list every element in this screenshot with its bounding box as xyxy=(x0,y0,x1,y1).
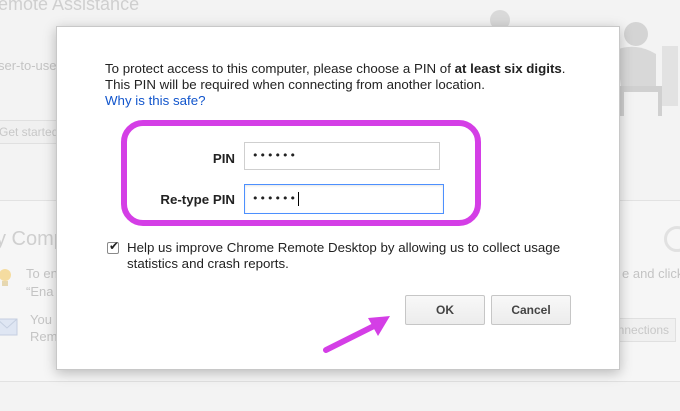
app-title: emote Assistance xyxy=(0,0,140,14)
pin-input[interactable]: •••••• xyxy=(244,142,440,170)
retype-pin-input-value: •••••• xyxy=(252,192,297,205)
lightbulb-icon xyxy=(0,269,11,286)
ok-button[interactable]: OK xyxy=(405,295,485,325)
tip-text-line1: To en xyxy=(26,266,58,281)
usage-stats-checkbox-label[interactable]: Help us improve Chrome Remote Desktop by… xyxy=(127,240,577,272)
intro-text-prefix: To protect access to this computer, plea… xyxy=(105,61,455,76)
mail-text-line1: You xyxy=(30,312,52,327)
tip-text-line2: “Ena xyxy=(26,284,54,299)
pin-input-value: •••••• xyxy=(252,149,297,162)
arrow-annotation-icon xyxy=(323,316,390,353)
section-description: ser-to-use xyxy=(0,58,57,73)
checkmark-icon: ✔ xyxy=(109,239,120,253)
retype-pin-label: Re-type PIN xyxy=(160,192,235,207)
dialog-intro-text: To protect access to this computer, plea… xyxy=(105,61,585,109)
cancel-button[interactable]: Cancel xyxy=(491,295,571,325)
intro-text-bold: at least six digits xyxy=(454,61,562,76)
usage-stats-checkbox[interactable]: ✔ xyxy=(107,239,120,254)
retype-pin-input[interactable]: •••••• xyxy=(244,184,444,214)
why-is-this-safe-link[interactable]: Why is this safe? xyxy=(105,93,206,108)
envelope-icon xyxy=(0,318,18,336)
text-caret xyxy=(297,192,299,206)
pin-label: PIN xyxy=(212,151,235,166)
right-side-text: e and click xyxy=(622,266,680,281)
mail-text-line2: Rem xyxy=(30,329,58,344)
